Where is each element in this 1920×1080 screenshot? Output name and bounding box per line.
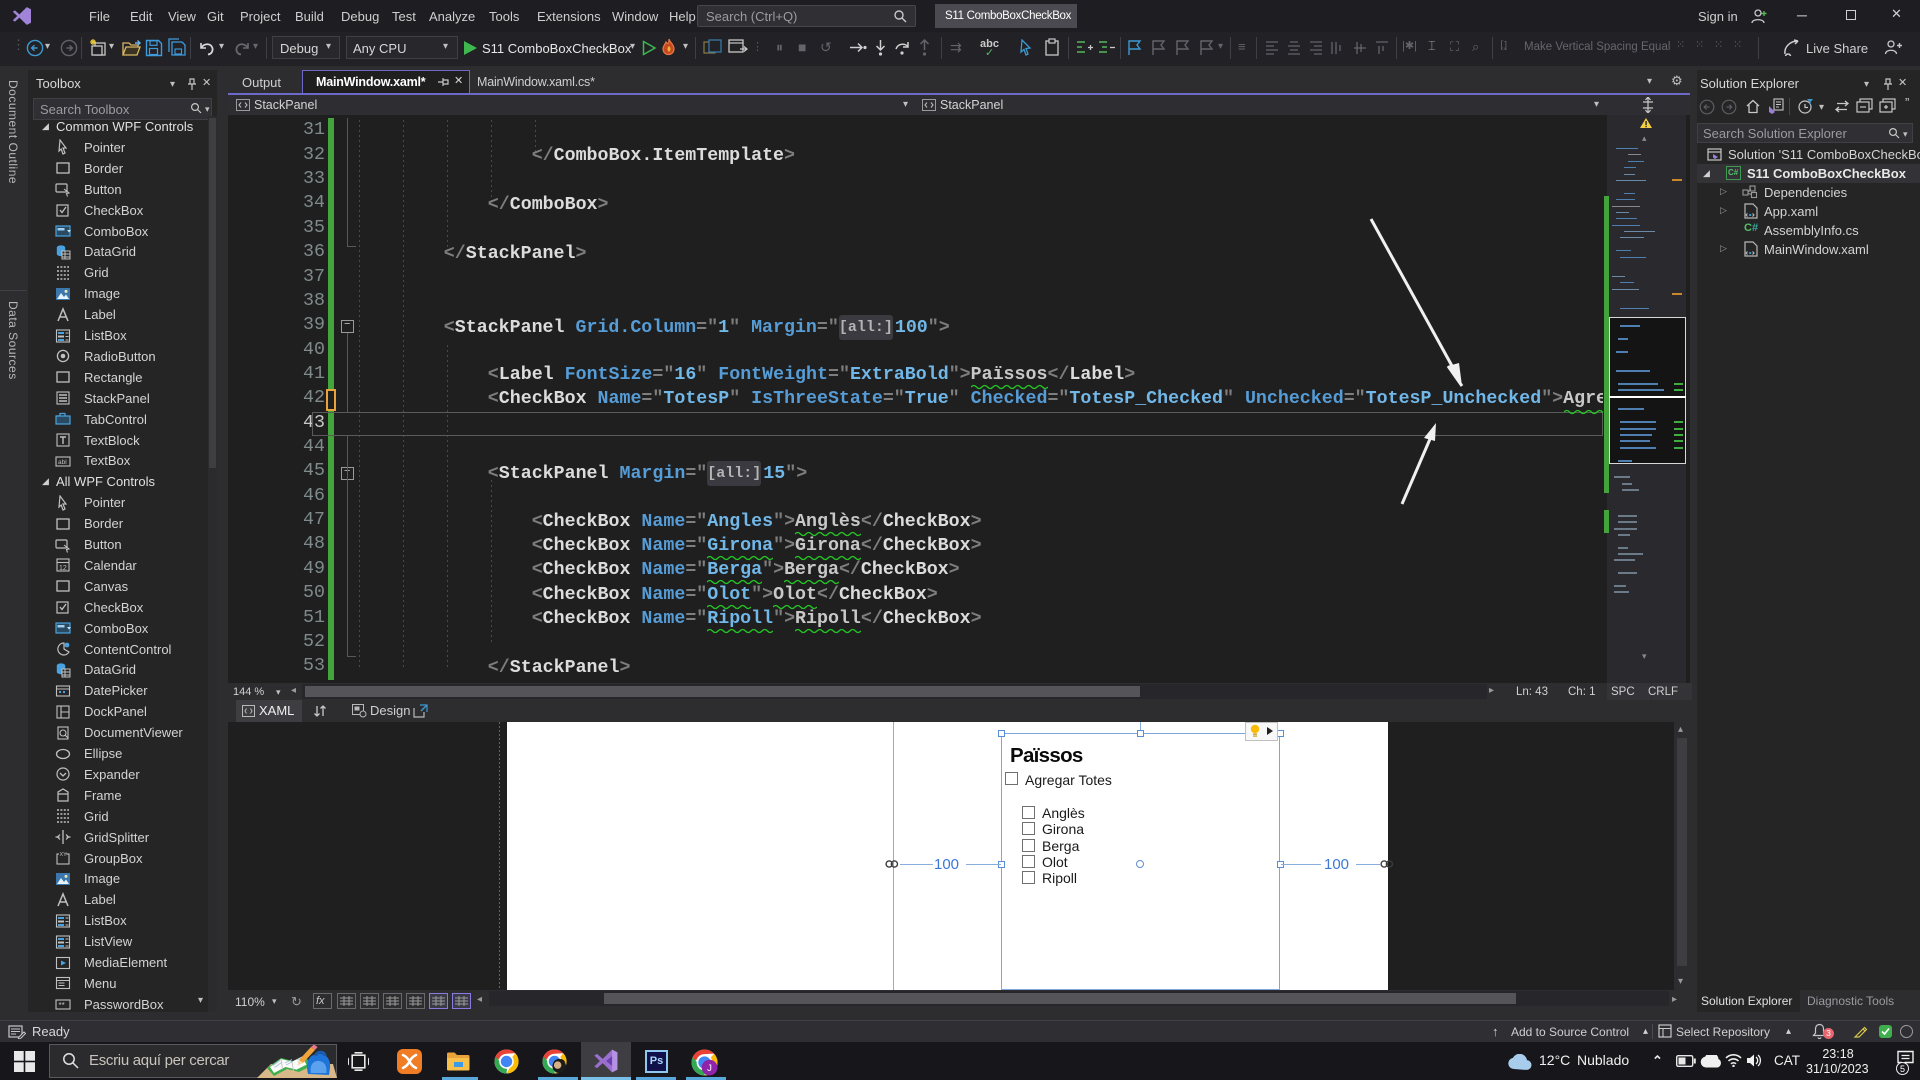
svg-text:12: 12: [59, 565, 67, 572]
svg-text:J: J: [707, 1063, 712, 1074]
svg-text:XY: XY: [60, 852, 68, 858]
svg-text:abl: abl: [58, 459, 67, 466]
svg-text:**: **: [59, 1001, 65, 1010]
